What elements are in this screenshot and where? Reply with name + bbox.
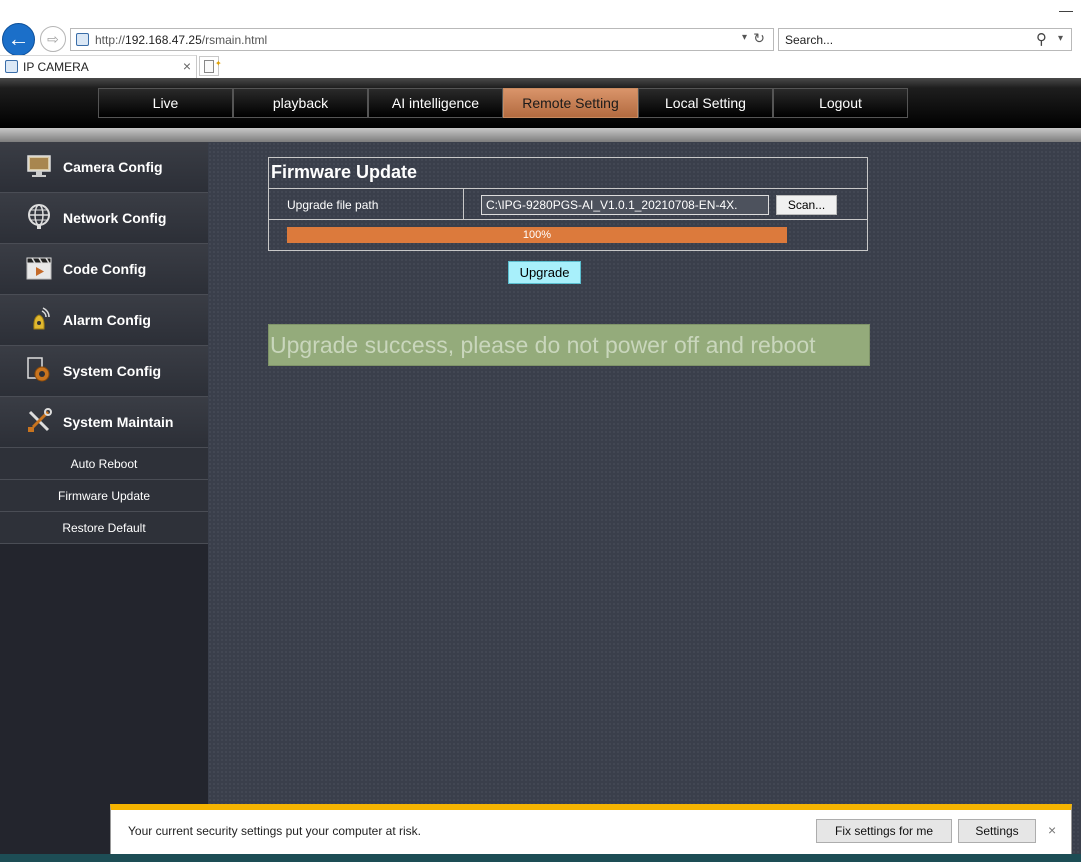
file-path-field[interactable]: C:\IPG-9280PGS-AI_V1.0.1_20210708-EN-4X. [481,195,769,215]
sidebar-item-camera-config[interactable]: Camera Config [0,142,208,193]
sidebar-item-alarm-config[interactable]: Alarm Config [0,295,208,346]
progress-bar: 100% [287,227,787,243]
nav-remote-setting[interactable]: Remote Setting [503,88,638,118]
film-clapper-icon [26,257,52,280]
search-input[interactable] [785,32,1025,48]
minimize-button[interactable]: — [1059,2,1073,18]
sidebar-subitem-firmware-update[interactable]: Firmware Update [0,480,208,512]
nav-local-setting[interactable]: Local Setting [638,88,773,118]
globe-icon [28,204,50,229]
file-path-row: Upgrade file path C:\IPG-9280PGS-AI_V1.0… [269,188,867,220]
sidebar-subitem-restore-default[interactable]: Restore Default [0,512,208,544]
success-message: Upgrade success, please do not power off… [270,332,816,358]
panel-title: Firmware Update [271,162,418,182]
sidebar-item-label: Code Config [63,261,147,277]
tab-close-icon[interactable]: × [183,58,191,74]
tab-favicon-icon [5,60,18,73]
sidebar-item-system-maintain[interactable]: System Maintain [0,397,208,448]
sidebar-item-label: System Maintain [63,414,174,430]
nav-bar: Live playback AI intelligence Remote Set… [98,88,908,118]
browser-tab[interactable]: IP CAMERA × [0,55,197,78]
sidebar-subitem-auto-reboot[interactable]: Auto Reboot [0,448,208,480]
sidebar-item-label: Network Config [63,210,167,226]
close-icon[interactable]: × [1048,822,1056,838]
tab-title: IP CAMERA [23,60,89,74]
address-url[interactable]: http://192.168.47.25/rsmain.html [95,33,267,47]
header-divider [0,128,1081,142]
sidebar-item-label: Alarm Config [63,312,151,328]
url-prefix: http:// [95,33,126,47]
forward-arrow-icon[interactable]: ⇨ [40,26,66,52]
row-divider [463,189,464,220]
monitor-icon [27,155,51,177]
new-tab-button[interactable]: ✦ [199,56,222,76]
page-favicon-icon [76,33,89,46]
sidebar-item-code-config[interactable]: Code Config [0,244,208,295]
upgrade-button[interactable]: Upgrade [508,261,581,284]
tools-icon [28,408,52,432]
nav-playback[interactable]: playback [233,88,368,118]
sidebar-item-network-config[interactable]: Network Config [0,193,208,244]
settings-button[interactable]: Settings [958,819,1036,843]
security-notification-bar: Your current security settings put your … [110,804,1072,854]
search-icon[interactable]: ⚲ [1036,30,1047,48]
firmware-update-panel: Firmware Update Upgrade file path C:\IPG… [268,157,868,251]
refresh-icon[interactable]: ↻ [753,30,765,47]
url-path: /rsmain.html [201,33,268,47]
browser-chrome: — ← ⇨ http://192.168.47.25/rsmain.html ▾… [0,0,1081,78]
success-banner: Upgrade success, please do not power off… [268,324,870,366]
url-host: 192.168.47.25 [125,33,202,47]
sidebar-item-label: Camera Config [63,159,163,175]
sidebar-item-label: System Config [63,363,162,379]
notification-message: Your current security settings put your … [128,824,422,838]
taskbar-edge [0,854,1081,862]
back-arrow-icon[interactable]: ← [2,23,35,56]
alarm-bell-icon [33,307,50,330]
sidebar: Camera Config Network Config Code Config [0,142,208,862]
scan-button[interactable]: Scan... [776,195,837,215]
progress-label: 100% [522,229,552,241]
nav-logout[interactable]: Logout [773,88,908,118]
search-dropdown-icon[interactable]: ▾ [1058,33,1063,44]
main-content: Firmware Update Upgrade file path C:\IPG… [208,142,1081,862]
top-navigation: Live playback AI intelligence Remote Set… [0,78,1081,128]
nav-live[interactable]: Live [98,88,233,118]
new-tab-icon: ✦ [204,59,222,73]
sparkle-icon: ✦ [215,59,222,68]
nav-ai-intelligence[interactable]: AI intelligence [368,88,503,118]
file-path-label: Upgrade file path [287,198,379,212]
search-box[interactable]: ⚲ ▾ [778,28,1072,51]
address-dropdown-icon[interactable]: ▾ [742,32,747,43]
address-bar[interactable]: http://192.168.47.25/rsmain.html ▾ ↻ [70,28,774,51]
gear-icon [27,357,50,382]
fix-settings-button[interactable]: Fix settings for me [816,819,952,843]
sidebar-item-system-config[interactable]: System Config [0,346,208,397]
